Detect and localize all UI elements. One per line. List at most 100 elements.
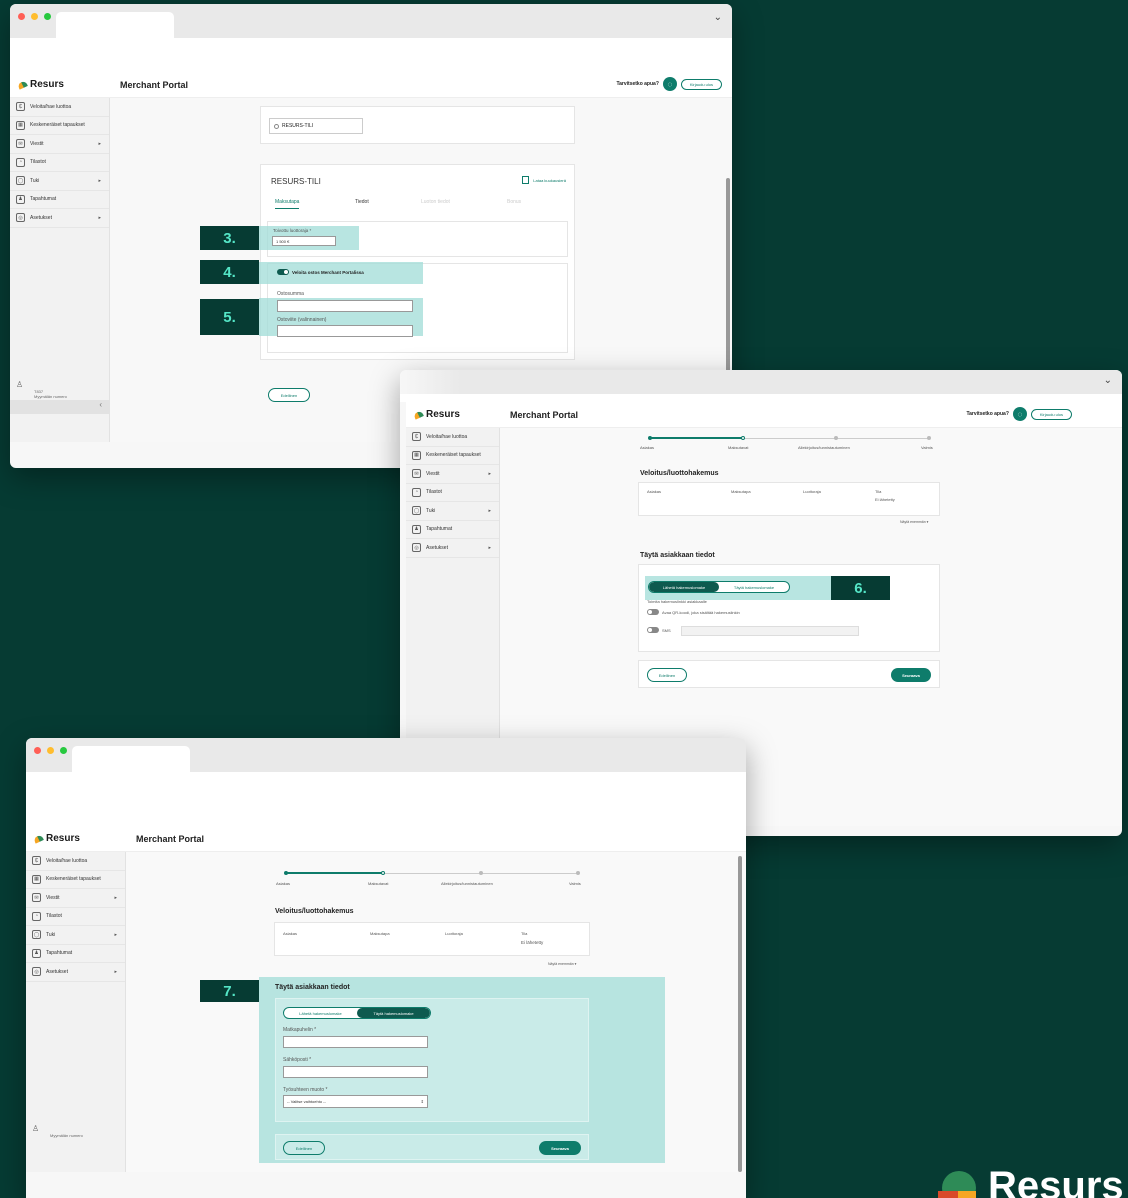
- maximize-dot[interactable]: [44, 13, 51, 20]
- sidebar-item[interactable]: ₵ Veloita/hae luottoa: [406, 428, 499, 447]
- close-dot[interactable]: [34, 747, 41, 754]
- chat-bubble-icon[interactable]: ◌: [1012, 407, 1027, 421]
- form-mode-toggle[interactable]: Lähetä hakemuslomake Täytä hakemuslomake: [648, 581, 790, 593]
- brand-logo[interactable]: Resurs: [26, 833, 136, 844]
- radio-icon: [274, 123, 279, 129]
- toggle-switch[interactable]: [647, 609, 659, 615]
- brand-logo[interactable]: Resurs: [10, 79, 120, 90]
- approved-limit-input[interactable]: 1 500 €: [272, 236, 336, 246]
- fill-title: Täytä asiakkaan tiedot: [275, 984, 350, 991]
- toggle-switch[interactable]: [647, 627, 659, 633]
- app-header: Resurs Merchant Portal: [26, 826, 746, 852]
- url-bar[interactable]: [26, 772, 746, 826]
- sidebar: ₵ Veloita/hae luottoa ▦ Keskeneräiset tapa…: [26, 852, 126, 1172]
- show-more-link[interactable]: Näytä enemmän ▾: [900, 520, 928, 524]
- sidebar-item[interactable]: ◎ Asetukset ▸: [406, 539, 499, 558]
- column-header: Luottoraja: [803, 489, 821, 494]
- logout-button[interactable]: Kirjaudu ulos: [680, 78, 722, 90]
- sms-input[interactable]: [681, 626, 859, 636]
- browser-tab[interactable]: [56, 12, 174, 38]
- money-icon: ₵: [16, 102, 25, 112]
- arrow-right-icon: ▸: [114, 968, 117, 975]
- sidebar-item[interactable]: ▦ Keskeneräiset tapaukset: [26, 871, 125, 889]
- show-more-link[interactable]: Näytä enemmän ▾: [548, 962, 576, 966]
- sidebar-item[interactable]: ♟ Tapahtumat: [406, 521, 499, 539]
- arrow-right-icon: ▸: [114, 894, 117, 901]
- form-mode-toggle[interactable]: Lähetä hakemuslomake Täytä hakemuslomake: [283, 1007, 431, 1019]
- approved-limit-label: Toivottu luottoraja *: [273, 228, 312, 233]
- chat-bubble-icon[interactable]: ◌: [662, 77, 677, 91]
- chevron-down-icon[interactable]: ⌄: [1104, 375, 1112, 386]
- brand-logo[interactable]: Resurs: [406, 409, 510, 420]
- tab-bonus[interactable]: Bonus: [507, 199, 521, 205]
- column-header: Maksutapa: [731, 489, 751, 494]
- back-button[interactable]: Edellinen: [268, 388, 310, 402]
- tab-tiedot[interactable]: Tiedot: [355, 199, 369, 205]
- step-badge-7: 7.: [200, 980, 259, 1002]
- purchase-amount-input[interactable]: [277, 300, 413, 312]
- sidebar-list: ₵ Veloita/hae luottoa ▦ Keskeneräiset tapa…: [10, 98, 109, 228]
- charge-toggle-row[interactable]: Veloita ostos Merchant Portalissa: [277, 269, 364, 275]
- minimize-dot[interactable]: [47, 747, 54, 754]
- sidebar-item[interactable]: ♟ Tapahtumat: [26, 945, 125, 963]
- employment-select[interactable]: -- Valitse vaihtoehto -- ⇕: [283, 1095, 428, 1108]
- reference-input[interactable]: [277, 325, 413, 337]
- back-button[interactable]: Edellinen: [647, 668, 687, 682]
- sidebar-item[interactable]: ◔ Tilastot: [10, 154, 109, 172]
- seg-fill[interactable]: Täytä hakemuslomake: [357, 1008, 430, 1018]
- phone-input[interactable]: [283, 1036, 428, 1048]
- sidebar-item[interactable]: ◎ Asetukset ▸: [26, 963, 125, 982]
- sidebar-item[interactable]: ◎ Asetukset ▸: [10, 209, 109, 228]
- tab-maksutapa[interactable]: Maksutapa: [275, 199, 300, 209]
- close-dot[interactable]: [18, 13, 25, 20]
- sidebar-item[interactable]: ▦ Keskeneräiset tapaukset: [406, 447, 499, 465]
- sidebar-item[interactable]: ✉ Viestit ▸: [406, 465, 499, 484]
- seg-send[interactable]: Lähetä hakemuslomake: [284, 1008, 357, 1018]
- globe-icon: ◎: [412, 543, 421, 553]
- tab-luoton-tiedot[interactable]: Luoton tiedot: [421, 199, 450, 205]
- select-arrow-icon: ⇕: [420, 1099, 424, 1104]
- sidebar-item[interactable]: ◯ Tuki ▸: [406, 502, 499, 521]
- collapse-bar[interactable]: ‹: [10, 400, 110, 414]
- qr-row[interactable]: Avaa QR-koodi, joka sisältää hakemuslink…: [647, 609, 740, 615]
- back-button[interactable]: Edellinen: [283, 1141, 325, 1155]
- next-button[interactable]: Seuraava: [891, 668, 931, 682]
- url-bar[interactable]: [10, 38, 732, 72]
- browser-tab[interactable]: [72, 746, 190, 772]
- sidebar-item[interactable]: ◯ Tuki ▸: [10, 172, 109, 191]
- arrow-right-icon: ▸: [98, 140, 101, 147]
- seg-fill[interactable]: Täytä hakemuslomake: [719, 582, 789, 592]
- column-header: Luottoraja: [445, 931, 463, 936]
- sidebar-item[interactable]: ₵ Veloita/hae luottoa: [26, 852, 125, 871]
- sidebar-item[interactable]: ✉ Viestit ▸: [26, 889, 125, 908]
- scrollbar[interactable]: [738, 856, 742, 1172]
- column-header: Asiakas: [647, 489, 662, 494]
- maximize-dot[interactable]: [60, 747, 67, 754]
- toggle-switch[interactable]: [277, 269, 289, 275]
- sidebar-item[interactable]: ✉ Viestit ▸: [10, 135, 109, 154]
- column-header: Maksutapa: [370, 931, 390, 936]
- sidebar-item[interactable]: ♟ Tapahtumat: [10, 191, 109, 209]
- step-dot: [927, 436, 931, 440]
- chevron-down-icon[interactable]: ⌄: [714, 12, 722, 23]
- sidebar-item[interactable]: ◯ Tuki ▸: [26, 926, 125, 945]
- sidebar-item[interactable]: ▦ Keskeneräiset tapaukset: [10, 117, 109, 135]
- logout-button[interactable]: Kirjaudu ulos: [1030, 408, 1072, 420]
- minimize-dot[interactable]: [31, 13, 38, 20]
- account-option[interactable]: RESURS-TILI: [269, 118, 363, 134]
- sms-row[interactable]: SMS: [647, 627, 671, 633]
- image-icon: ▦: [32, 874, 41, 884]
- logo-icon: [33, 833, 44, 844]
- step-dot: [648, 436, 652, 440]
- status-value: Ei lähetetty: [875, 497, 895, 502]
- sidebar-item[interactable]: ◔ Tilastot: [26, 908, 125, 926]
- sidebar-item[interactable]: ₵ Veloita/hae luottoa: [10, 98, 109, 117]
- print-link[interactable]: Lataa kuukausierä: [522, 176, 566, 184]
- browser-chrome: ⌄: [400, 370, 1122, 394]
- url-bar[interactable]: [400, 394, 1122, 402]
- email-input[interactable]: [283, 1066, 428, 1078]
- sidebar-item[interactable]: ◔ Tilastot: [406, 484, 499, 502]
- next-button[interactable]: Seuraava: [539, 1141, 581, 1155]
- seg-send[interactable]: Lähetä hakemuslomake: [649, 582, 719, 592]
- step-dot: [479, 871, 483, 875]
